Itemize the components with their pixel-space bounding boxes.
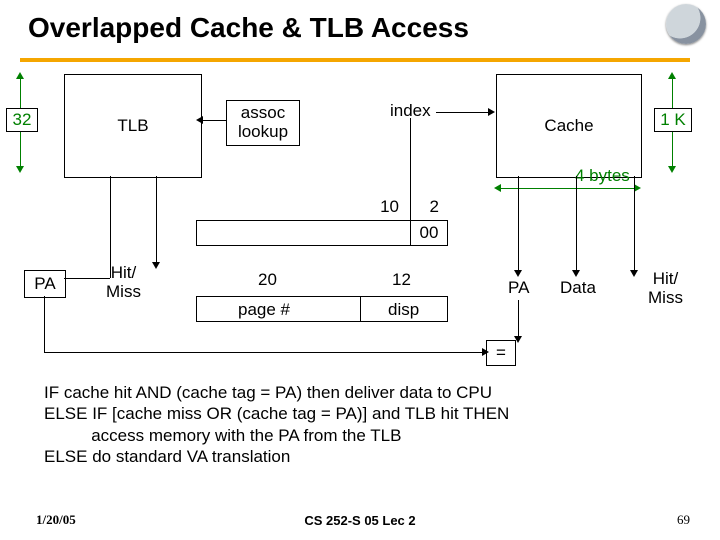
- offset-field-box: 10 2 00: [196, 220, 448, 246]
- arrowhead: [152, 262, 160, 269]
- arrowhead: [482, 348, 489, 356]
- arrowhead: [668, 72, 676, 79]
- data-label: Data: [560, 278, 596, 298]
- arrowhead: [630, 270, 638, 277]
- pa-to-eq-line: [518, 300, 519, 340]
- disp-label: disp: [388, 300, 419, 320]
- assoc-to-tlb-line: [200, 120, 226, 121]
- pa-left-drop: [44, 296, 45, 352]
- left-bits-label: 32: [6, 108, 38, 132]
- comparator-eq-box: =: [486, 340, 516, 366]
- slide-title: Overlapped Cache & TLB Access: [28, 12, 469, 44]
- hit-miss-left: Hit/ Miss: [106, 264, 141, 301]
- assoc-lookup-box: assoc lookup: [226, 100, 300, 146]
- arrowhead: [196, 116, 203, 124]
- page-num-label: page #: [238, 300, 290, 320]
- tlb-to-pa-hline: [64, 278, 110, 279]
- pseudocode-text: IF cache hit AND (cache tag = PA) then d…: [44, 382, 509, 467]
- field-10-label: 10: [380, 197, 399, 217]
- twelve-label: 12: [392, 270, 411, 290]
- one-k-label: 1 K: [654, 108, 692, 132]
- arrowhead: [16, 166, 24, 173]
- index-to-cache-line: [436, 112, 490, 113]
- index-drop-line: [410, 118, 411, 220]
- cache-box: Cache: [496, 74, 642, 178]
- arrowhead: [488, 108, 495, 116]
- title-underline: [20, 58, 690, 62]
- arrowhead: [514, 336, 522, 343]
- cache-hitmiss-line: [634, 176, 635, 272]
- pa-right-label: PA: [508, 278, 529, 298]
- arrowhead: [494, 184, 501, 192]
- pa-left-to-eq-hline: [44, 352, 486, 353]
- footer-course: CS 252-S 05 Lec 2: [0, 513, 720, 528]
- twenty-label: 20: [258, 270, 277, 290]
- arrowhead: [668, 166, 676, 173]
- hit-miss-right: Hit/ Miss: [648, 270, 683, 307]
- logo-roundel: [666, 4, 706, 44]
- arrowhead: [16, 72, 24, 79]
- arrowhead: [634, 184, 641, 192]
- tlb-box: TLB: [64, 74, 202, 178]
- cache-pa-line: [518, 176, 519, 272]
- tlb-hitmiss-line: [156, 176, 157, 266]
- pa-left-box: PA: [24, 270, 66, 298]
- four-bytes-label: 4 bytes: [575, 166, 630, 186]
- field-00-label: 00: [410, 221, 447, 245]
- arrowhead: [572, 270, 580, 277]
- cache-data-line: [576, 176, 577, 272]
- field-2-label: 2: [430, 197, 439, 217]
- arrowhead: [514, 270, 522, 277]
- span-4-bytes: [500, 188, 636, 189]
- footer-slide-number: 69: [677, 512, 690, 528]
